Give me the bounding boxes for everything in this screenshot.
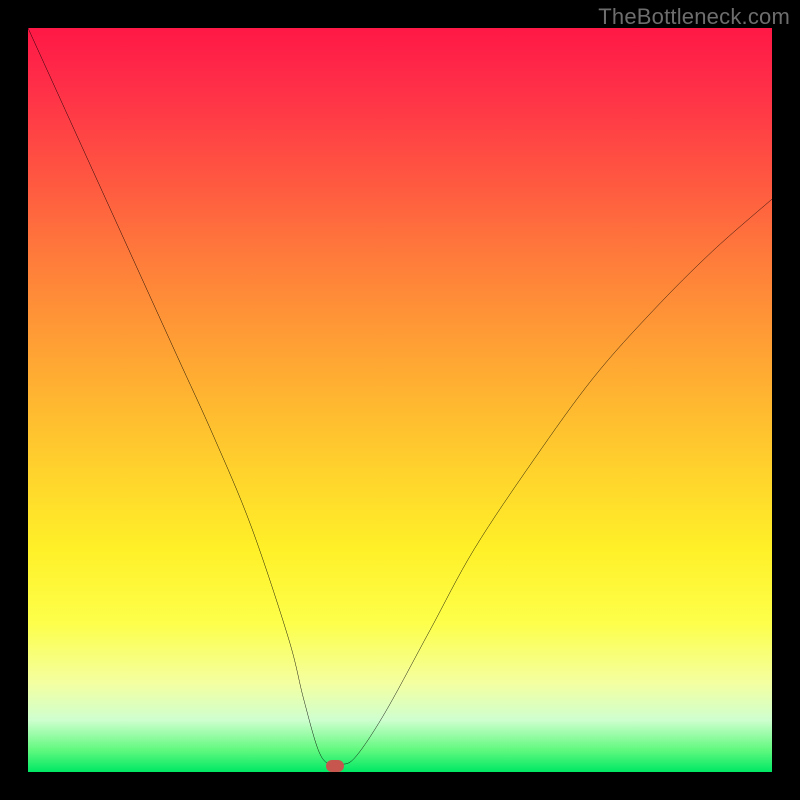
chart-frame: TheBottleneck.com — [0, 0, 800, 800]
plot-area — [28, 28, 772, 772]
bottleneck-curve — [28, 28, 772, 772]
curve-path — [28, 28, 772, 766]
watermark-text: TheBottleneck.com — [598, 4, 790, 30]
minimum-marker — [326, 760, 344, 772]
